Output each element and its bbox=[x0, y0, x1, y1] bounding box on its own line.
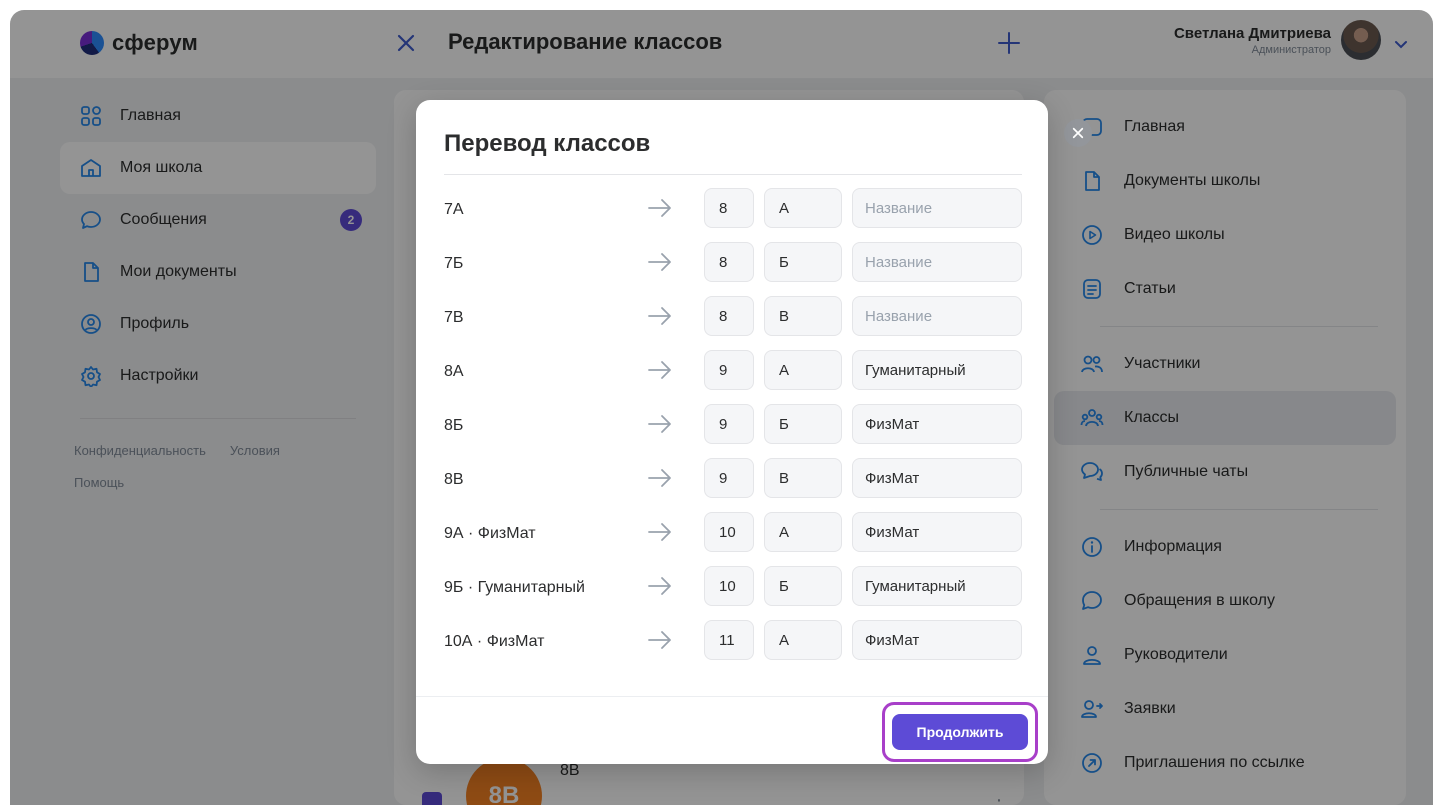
transfer-row: 9А · ФизМат 10 А ФизМат bbox=[444, 508, 1022, 562]
transfer-classes-dialog: Перевод классов 7А 8 А Название 7Б 8 Б Название… bbox=[416, 100, 1048, 764]
app-window: сферум Редактирование классов Светлана Д… bbox=[10, 10, 1433, 805]
transfer-row: 9Б · Гуманитарный 10 Б Гуманитарный bbox=[444, 562, 1022, 616]
grade-input[interactable]: 11 bbox=[704, 620, 754, 660]
divider bbox=[444, 174, 1022, 175]
arrow-right-icon bbox=[648, 577, 671, 595]
class-name-input[interactable]: Название bbox=[852, 188, 1022, 228]
dialog-title: Перевод классов bbox=[444, 130, 651, 157]
arrow-right-icon bbox=[648, 253, 671, 271]
transfer-row: 8В 9 В ФизМат bbox=[444, 454, 1022, 508]
transfer-row: 7А 8 А Название bbox=[444, 184, 1022, 238]
source-class: 8А bbox=[444, 363, 464, 380]
source-class: 8В bbox=[444, 471, 464, 488]
transfer-row: 7Б 8 Б Название bbox=[444, 238, 1022, 292]
source-class: 9Б · Гуманитарный bbox=[444, 579, 585, 596]
letter-input[interactable]: Б bbox=[764, 566, 842, 606]
class-name-input[interactable]: Гуманитарный bbox=[852, 350, 1022, 390]
source-class: 8Б bbox=[444, 417, 464, 434]
letter-input[interactable]: А bbox=[764, 512, 842, 552]
source-class: 7В bbox=[444, 309, 464, 326]
grade-input[interactable]: 10 bbox=[704, 512, 754, 552]
grade-input[interactable]: 8 bbox=[704, 188, 754, 228]
transfer-row: 7В 8 В Название bbox=[444, 292, 1022, 346]
source-class: 7А bbox=[444, 201, 464, 218]
source-class: 9А · ФизМат bbox=[444, 525, 536, 542]
transfer-row: 10А · ФизМат 11 А ФизМат bbox=[444, 616, 1022, 670]
transfer-row: 8А 9 А Гуманитарный bbox=[444, 346, 1022, 400]
class-name-input[interactable]: ФизМат bbox=[852, 512, 1022, 552]
close-icon[interactable] bbox=[1064, 119, 1092, 147]
arrow-right-icon bbox=[648, 523, 671, 541]
letter-input[interactable]: В bbox=[764, 296, 842, 336]
class-name-input[interactable]: ФизМат bbox=[852, 620, 1022, 660]
arrow-right-icon bbox=[648, 631, 671, 649]
class-name-input[interactable]: Гуманитарный bbox=[852, 566, 1022, 606]
letter-input[interactable]: А bbox=[764, 620, 842, 660]
class-name-input[interactable]: Название bbox=[852, 296, 1022, 336]
continue-button[interactable]: Продолжить bbox=[892, 714, 1028, 750]
grade-input[interactable]: 9 bbox=[704, 350, 754, 390]
grade-input[interactable]: 9 bbox=[704, 458, 754, 498]
class-name-input[interactable]: Название bbox=[852, 242, 1022, 282]
arrow-right-icon bbox=[648, 361, 671, 379]
letter-input[interactable]: В bbox=[764, 458, 842, 498]
letter-input[interactable]: Б bbox=[764, 242, 842, 282]
grade-input[interactable]: 8 bbox=[704, 296, 754, 336]
transfer-list: 7А 8 А Название 7Б 8 Б Название 7В 8 В Название 8А 9 А… bbox=[444, 184, 1022, 670]
grade-input[interactable]: 9 bbox=[704, 404, 754, 444]
arrow-right-icon bbox=[648, 469, 671, 487]
arrow-right-icon bbox=[648, 307, 671, 325]
source-class: 10А · ФизМат bbox=[444, 633, 545, 650]
class-name-input[interactable]: ФизМат bbox=[852, 404, 1022, 444]
divider bbox=[416, 696, 1048, 697]
class-name-input[interactable]: ФизМат bbox=[852, 458, 1022, 498]
letter-input[interactable]: А bbox=[764, 188, 842, 228]
grade-input[interactable]: 8 bbox=[704, 242, 754, 282]
arrow-right-icon bbox=[648, 415, 671, 433]
transfer-row: 8Б 9 Б ФизМат bbox=[444, 400, 1022, 454]
grade-input[interactable]: 10 bbox=[704, 566, 754, 606]
letter-input[interactable]: А bbox=[764, 350, 842, 390]
arrow-right-icon bbox=[648, 199, 671, 217]
letter-input[interactable]: Б bbox=[764, 404, 842, 444]
source-class: 7Б bbox=[444, 255, 464, 272]
